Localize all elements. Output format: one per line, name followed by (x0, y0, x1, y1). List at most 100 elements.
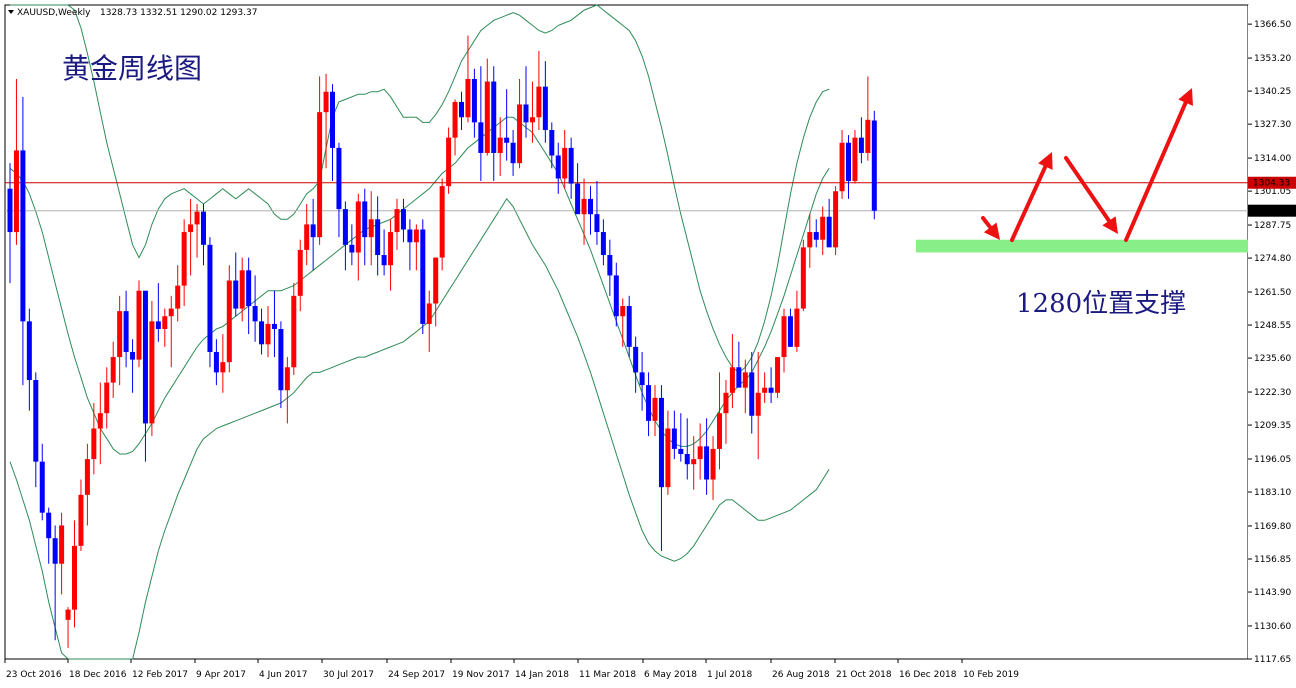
candle-body (471, 78, 477, 123)
candle-body (388, 232, 394, 266)
candle-body (652, 397, 658, 421)
candle-body (536, 86, 542, 118)
x-tick-label: 19 Nov 2017 (452, 670, 510, 680)
candle-body (581, 198, 587, 215)
candle (852, 130, 858, 184)
candle-body (807, 232, 813, 248)
candle-body (323, 91, 329, 113)
candle-body (813, 232, 819, 240)
candle-body (265, 323, 271, 345)
candle (775, 357, 781, 398)
y-tick-label: 1117.65 (1254, 655, 1291, 665)
y-tick-label: 1183.10 (1254, 488, 1291, 498)
x-tick-label: 9 Apr 2017 (196, 670, 246, 680)
candle-body (136, 290, 142, 360)
candle-body (368, 219, 374, 238)
candle-body (768, 387, 774, 393)
chart-header: XAUUSD,Weekly 1328.73 1332.51 1290.02 12… (8, 8, 257, 18)
support-annotation: 1280位置支撑 (1016, 289, 1186, 319)
candle-body (259, 321, 265, 345)
candle-body (542, 86, 548, 131)
candle-body (826, 216, 832, 248)
candle-body (317, 112, 323, 238)
candle-body (762, 387, 768, 393)
candle-body (800, 247, 806, 309)
candle-body (871, 120, 877, 211)
candle-body (704, 446, 710, 480)
candle-body (123, 311, 129, 352)
y-tick-label: 1196.05 (1254, 455, 1291, 465)
candle-body (852, 137, 858, 182)
y-tick-label: 1235.60 (1254, 354, 1291, 364)
candle-body (839, 142, 845, 192)
price-tag-current: 1293.37 (1248, 204, 1296, 217)
candle-body (775, 357, 781, 393)
y-tick-label: 1287.75 (1254, 221, 1291, 231)
x-tick-label: 18 Dec 2016 (69, 670, 127, 680)
candle-body (794, 308, 800, 347)
candle-body (13, 150, 19, 233)
candle-body (588, 198, 593, 215)
candle (800, 239, 806, 312)
candle-body (439, 186, 445, 258)
candle-body (355, 201, 361, 253)
x-tick-label: 14 Jan 2018 (515, 670, 569, 680)
candle-body (291, 295, 297, 368)
x-tick-label: 16 Dec 2018 (899, 670, 957, 680)
candle (207, 237, 213, 368)
candle-body (717, 413, 722, 449)
x-tick-label: 11 Mar 2018 (579, 670, 636, 680)
candle-body (130, 351, 136, 360)
candle-body (846, 142, 851, 182)
candle-body (639, 372, 645, 386)
candle-body (310, 224, 316, 238)
candle (136, 280, 142, 368)
candle-body (278, 329, 284, 391)
price-tag-redline: 1304.33 (1248, 176, 1296, 189)
candle-body (433, 257, 439, 304)
candle-body (117, 311, 123, 358)
candle-body (110, 357, 116, 383)
candle-body (504, 137, 510, 143)
x-tick-label: 12 Feb 2017 (132, 670, 188, 680)
candle-body (349, 244, 355, 253)
price-chart[interactable]: 1366.501353.201340.251327.301314.001301.… (0, 0, 1296, 688)
candle-body (671, 428, 677, 449)
candle-body (194, 211, 200, 225)
y-tick-label: 1156.85 (1254, 555, 1291, 565)
y-tick-label: 1274.80 (1254, 254, 1291, 264)
y-tick-label: 1327.30 (1254, 120, 1291, 130)
candle-body (233, 280, 239, 309)
candle-body (59, 525, 65, 564)
candle-body (304, 224, 310, 250)
candle-body (684, 454, 690, 465)
y-tick-label: 1169.80 (1254, 522, 1291, 532)
candle-body (833, 191, 839, 248)
candle-body (646, 385, 652, 421)
current-price: 1293.37 (1253, 207, 1290, 217)
candle-body (426, 303, 432, 324)
candle-body (407, 229, 413, 243)
candle-body (613, 275, 619, 317)
candle-body (678, 448, 684, 455)
y-tick-label: 1340.25 (1254, 87, 1291, 97)
symbol-label: XAUUSD,Weekly (17, 8, 91, 18)
candle-body (549, 130, 555, 156)
candle-body (497, 137, 503, 153)
candle-body (529, 117, 535, 123)
candle-body (239, 270, 245, 309)
x-tick-label: 4 Jun 2017 (259, 670, 307, 680)
candle-body (175, 285, 181, 309)
candle (833, 186, 839, 256)
candle-body (620, 306, 626, 317)
support-zone (916, 239, 1248, 253)
candle-body (271, 323, 277, 330)
candle-body (381, 255, 387, 266)
candle-body (742, 372, 748, 388)
candle-body (188, 224, 194, 233)
candle-body (755, 392, 761, 416)
candle-body (517, 104, 523, 164)
y-tick-label: 1222.30 (1254, 388, 1291, 398)
candle-body (226, 280, 232, 363)
y-tick-label: 1130.60 (1254, 622, 1291, 632)
